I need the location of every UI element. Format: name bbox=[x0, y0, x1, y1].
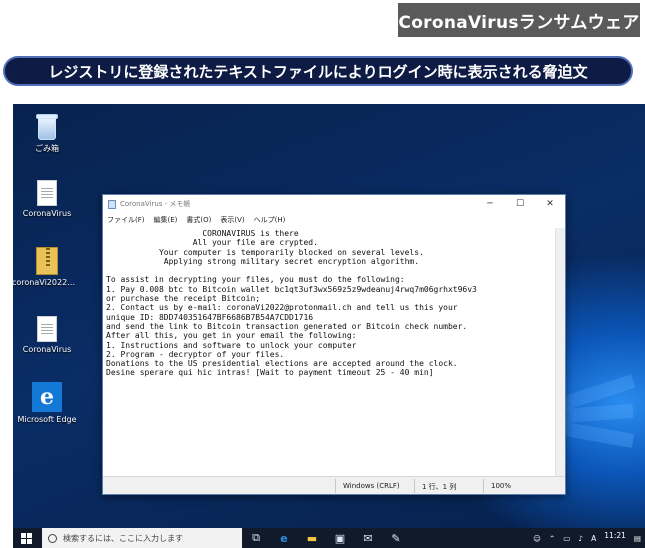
desktop-icon-zip[interactable]: coronaVi2022@pr... bbox=[13, 247, 82, 287]
taskbar-search-box[interactable]: 検索するには、ここに入力します bbox=[42, 528, 242, 548]
windows-logo-icon bbox=[20, 532, 32, 544]
status-position: 1 行、1 列 bbox=[422, 483, 457, 491]
taskbar: 検索するには、ここに入力します ⧉ e ▬ ▣ ✉ ✎ ☺ ⌃ ▭ ♪ A 11… bbox=[13, 528, 645, 548]
status-zoom: 100% bbox=[491, 482, 512, 490]
notepad-app-icon bbox=[108, 199, 116, 209]
menu-file[interactable]: ファイル(F) bbox=[107, 215, 145, 225]
close-icon[interactable]: ✕ bbox=[535, 195, 565, 213]
text-file-icon bbox=[37, 316, 57, 342]
chevron-up-icon[interactable]: ⌃ bbox=[549, 534, 555, 543]
window-controls: ─ ☐ ✕ bbox=[475, 195, 565, 213]
start-button[interactable] bbox=[13, 528, 39, 548]
slide: CoronaVirusランサムウェア レジストリに登録されたテキストファイルによ… bbox=[0, 0, 645, 548]
ime-icon[interactable]: A bbox=[591, 534, 596, 543]
mail-icon[interactable]: ✉ bbox=[354, 528, 382, 548]
title-badge: CoronaVirusランサムウェア bbox=[398, 3, 640, 37]
notepad-title: CoronaVirus - メモ帳 bbox=[120, 200, 191, 208]
vertical-scrollbar[interactable] bbox=[555, 228, 565, 476]
search-icon bbox=[48, 533, 57, 543]
zip-file-icon bbox=[36, 247, 58, 275]
notepad-text-area[interactable]: CORONAVIRUS is there All your file are c… bbox=[103, 228, 555, 476]
menu-help[interactable]: ヘルプ(H) bbox=[254, 215, 286, 225]
notepad-taskbar-icon[interactable]: ✎ bbox=[382, 528, 410, 548]
recycle-bin-icon bbox=[35, 112, 59, 140]
maximize-icon[interactable]: ☐ bbox=[505, 195, 535, 213]
search-placeholder: 検索するには、ここに入力します bbox=[63, 533, 183, 543]
minimize-icon[interactable]: ─ bbox=[475, 195, 505, 213]
text-file-icon bbox=[37, 180, 57, 206]
desktop-icon-label: ごみ箱 bbox=[35, 144, 59, 153]
desktop-icon-recycle-bin[interactable]: ごみ箱 bbox=[15, 112, 79, 154]
notification-icon[interactable]: ▤ bbox=[634, 534, 641, 543]
menu-format[interactable]: 書式(O) bbox=[186, 215, 211, 225]
edge-browser-icon: e bbox=[32, 382, 62, 412]
caption-banner: レジストリに登録されたテキストファイルによりログイン時に表示される脅迫文 bbox=[3, 56, 633, 86]
notepad-statusbar: Windows (CRLF) 1 行、1 列 100% bbox=[103, 476, 565, 494]
windows-desktop: ごみ箱 CoronaVirus coronaVi2022@pr... Coron… bbox=[13, 104, 645, 548]
desktop-icon-label: CoronaVirus bbox=[22, 209, 72, 218]
people-icon[interactable]: ☺ bbox=[533, 534, 541, 543]
menu-view[interactable]: 表示(V) bbox=[220, 215, 244, 225]
desktop-icon-label: CoronaVirus bbox=[22, 345, 72, 354]
menu-edit[interactable]: 編集(E) bbox=[154, 215, 178, 225]
network-icon[interactable]: ▭ bbox=[563, 534, 570, 543]
edge-taskbar-icon[interactable]: e bbox=[270, 528, 298, 548]
volume-icon[interactable]: ♪ bbox=[578, 534, 583, 543]
notepad-window: CoronaVirus - メモ帳 ─ ☐ ✕ ファイル(F) 編集(E) 書式… bbox=[102, 194, 566, 495]
notepad-menubar: ファイル(F) 編集(E) 書式(O) 表示(V) ヘルプ(H) bbox=[103, 213, 565, 227]
task-view-icon[interactable]: ⧉ bbox=[242, 528, 270, 548]
desktop-icon-edge[interactable]: e Microsoft Edge bbox=[15, 382, 79, 424]
desktop-icon-coronavirus-txt-2[interactable]: CoronaVirus bbox=[15, 316, 79, 354]
desktop-icon-coronavirus-txt[interactable]: CoronaVirus bbox=[15, 180, 79, 218]
taskbar-clock[interactable]: 11:21 bbox=[604, 531, 626, 540]
desktop-icon-label: coronaVi2022@pr... bbox=[13, 278, 82, 287]
status-encoding: Windows (CRLF) bbox=[343, 482, 400, 490]
file-explorer-icon[interactable]: ▬ bbox=[298, 528, 326, 548]
desktop-icon-label: Microsoft Edge bbox=[17, 415, 77, 424]
store-icon[interactable]: ▣ bbox=[326, 528, 354, 548]
system-tray: ☺ ⌃ ▭ ♪ A 11:21 ▤ bbox=[525, 528, 641, 548]
notepad-titlebar[interactable]: CoronaVirus - メモ帳 ─ ☐ ✕ bbox=[103, 195, 565, 213]
